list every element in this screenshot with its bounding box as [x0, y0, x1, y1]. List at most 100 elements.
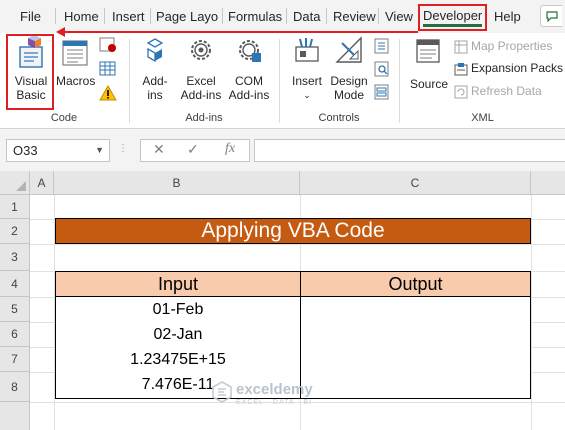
expansion-packs-button[interactable]: Expansion Packs: [454, 59, 563, 77]
com-addins-button[interactable]: COM Add-ins: [226, 35, 272, 102]
gear-icon: [191, 40, 211, 60]
annotation-arrow-line: [64, 31, 418, 33]
group-label-addins: Add-ins: [185, 112, 223, 124]
design-mode-button[interactable]: Design Mode: [329, 35, 369, 102]
annotation-arrow-head: [56, 27, 65, 37]
tab-separator: [222, 8, 223, 24]
macros-button[interactable]: Macros: [56, 35, 96, 88]
group-separator: [129, 39, 130, 123]
insert-control-label: Insert: [291, 74, 322, 88]
row-header-4[interactable]: 4: [0, 271, 30, 297]
watermark-subtitle: EXCEL · DATA · BI: [236, 399, 312, 406]
excel-addins-label-1: Excel: [186, 74, 216, 88]
refresh-data-icon: [454, 85, 468, 99]
tab-help[interactable]: Help: [494, 7, 521, 27]
tab-separator: [104, 8, 105, 24]
insert-control-button[interactable]: Insert ⌄: [288, 35, 326, 102]
tab-formulas[interactable]: Formulas: [228, 7, 282, 27]
ribbon-developer: Visual Basic Macros Code Add- ins Excel …: [0, 33, 565, 129]
tab-separator: [286, 8, 287, 24]
refresh-data-button[interactable]: Refresh Data: [454, 82, 542, 100]
map-properties-button[interactable]: Map Properties: [454, 37, 552, 55]
output-cell[interactable]: [300, 322, 531, 348]
header-cell-input[interactable]: Input: [55, 271, 301, 297]
input-cell[interactable]: 02-Jan: [55, 322, 301, 348]
addins-label-2: ins: [147, 88, 163, 102]
formula-bar: O33 ▼ ⋮ ✕ ✓ fx: [0, 129, 565, 171]
tab-insert[interactable]: Insert: [112, 7, 145, 27]
drag-handle-icon[interactable]: ⋮: [118, 143, 128, 154]
name-box[interactable]: O33 ▼: [6, 139, 110, 162]
worksheet-grid[interactable]: A B C 1 2 3 4 5 6 7 8 Applying VBA Code …: [0, 171, 565, 430]
row-header-1[interactable]: 1: [0, 195, 30, 219]
insert-function-button[interactable]: fx: [225, 141, 235, 157]
tab-view[interactable]: View: [385, 7, 413, 27]
design-mode-icon: [335, 36, 362, 63]
tab-file[interactable]: File: [20, 7, 41, 27]
run-dialog-icon[interactable]: [374, 84, 390, 100]
row-header-5[interactable]: 5: [0, 297, 30, 322]
ribbon-tabs: File Home Insert Page Layo Formulas Data…: [0, 0, 565, 33]
tab-data[interactable]: Data: [293, 7, 320, 27]
select-all-triangle-icon: [16, 181, 26, 191]
record-macro-icon[interactable]: [99, 37, 117, 53]
sheet-title-cell[interactable]: Applying VBA Code: [55, 218, 531, 244]
column-header-d[interactable]: [531, 171, 565, 195]
output-cell[interactable]: [300, 347, 531, 373]
input-cell[interactable]: 01-Feb: [55, 297, 301, 323]
comments-button[interactable]: [540, 5, 562, 27]
column-header-b[interactable]: B: [54, 171, 300, 195]
macro-security-icon[interactable]: [99, 85, 117, 101]
chevron-down-icon[interactable]: ▼: [95, 140, 104, 161]
row-header-3[interactable]: 3: [0, 244, 30, 271]
row-header-2[interactable]: 2: [0, 219, 30, 244]
com-addins-label-2: Add-ins: [228, 88, 270, 102]
input-cell[interactable]: 1.23475E+15: [55, 347, 301, 373]
output-cell[interactable]: [300, 297, 531, 323]
column-header-a[interactable]: A: [30, 171, 54, 195]
tab-home[interactable]: Home: [64, 7, 99, 27]
expansion-packs-icon: [454, 62, 468, 76]
row-header-6[interactable]: 6: [0, 322, 30, 347]
output-cell[interactable]: [300, 372, 531, 399]
tab-separator: [378, 8, 379, 24]
row-header-8[interactable]: 8: [0, 372, 30, 402]
gridline: [531, 195, 532, 430]
name-box-value: O33: [13, 143, 38, 158]
tab-separator: [55, 8, 56, 24]
view-code-icon[interactable]: [374, 61, 390, 77]
exceldemy-logo-icon: [212, 381, 232, 403]
enter-check-icon[interactable]: ✓: [187, 141, 199, 158]
map-properties-label: Map Properties: [471, 39, 553, 53]
design-mode-label-2: Mode: [333, 88, 365, 102]
tab-developer-label: Developer: [423, 8, 483, 23]
watermark-name: exceldemy: [236, 381, 313, 398]
relative-references-icon[interactable]: [99, 61, 117, 77]
xml-source-icon: [416, 39, 440, 63]
design-mode-label-1: Design: [330, 74, 368, 88]
active-tab-underline: [423, 24, 483, 27]
row-header-9[interactable]: [0, 402, 30, 430]
tab-page-layout[interactable]: Page Layo: [156, 7, 218, 27]
column-header-c[interactable]: C: [300, 171, 531, 195]
tab-separator: [150, 8, 151, 24]
tab-review[interactable]: Review: [333, 7, 376, 27]
toolbox-icon: [295, 38, 319, 62]
formula-input[interactable]: [254, 139, 565, 162]
excel-addins-button[interactable]: Excel Add-ins: [176, 35, 226, 102]
map-properties-icon: [454, 40, 468, 54]
addins-button[interactable]: Add- ins: [136, 35, 174, 102]
source-button[interactable]: Source: [408, 35, 450, 91]
group-label-xml: XML: [471, 112, 494, 124]
addins-icon: [146, 38, 164, 63]
exceldemy-watermark: exceldemy EXCEL · DATA · BI: [212, 381, 313, 406]
cancel-icon[interactable]: ✕: [153, 141, 165, 158]
header-cell-output[interactable]: Output: [300, 271, 531, 297]
properties-icon[interactable]: [374, 38, 390, 54]
com-addins-icon: [239, 40, 261, 62]
tab-developer[interactable]: Developer: [418, 4, 488, 31]
chevron-down-icon: ⌄: [303, 90, 311, 100]
macros-label: Macros: [56, 74, 96, 88]
select-all-button[interactable]: [0, 171, 30, 195]
row-header-7[interactable]: 7: [0, 347, 30, 372]
